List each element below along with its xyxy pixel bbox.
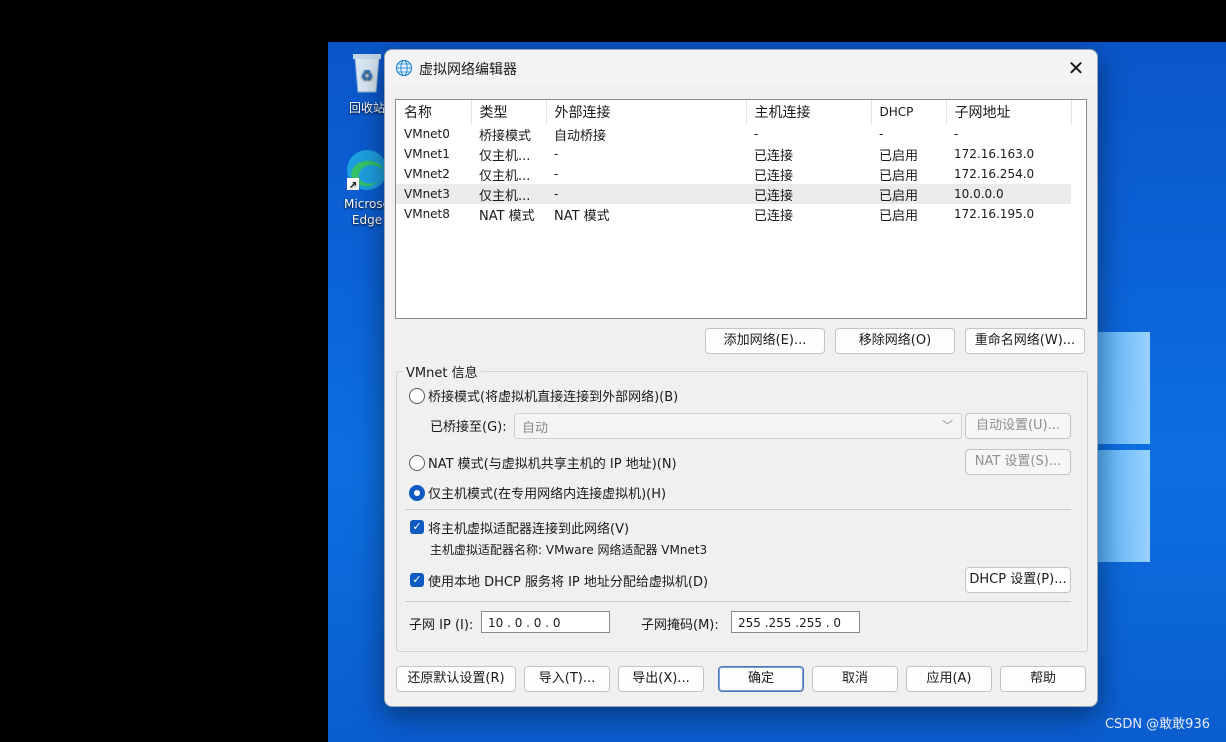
table-header-row: 名称 类型 外部连接 主机连接 DHCP 子网地址	[396, 100, 1072, 124]
cell: -	[546, 184, 746, 204]
bridged-to-select[interactable]: 自动 ﹀	[514, 413, 962, 439]
network-globe-icon	[395, 59, 413, 77]
subnet-mask-label: 子网掩码(M):	[641, 618, 719, 633]
cell: VMnet3	[396, 184, 471, 204]
nat-mode-label[interactable]: NAT 模式(与虚拟机共享主机的 IP 地址)(N)	[428, 453, 677, 472]
network-list[interactable]: 名称 类型 外部连接 主机连接 DHCP 子网地址 VMnet0 桥接模式 自动…	[395, 99, 1087, 319]
dhcp-label[interactable]: 使用本地 DHCP 服务将 IP 地址分配给虚拟机(D)	[428, 571, 708, 590]
cell: -	[754, 127, 759, 141]
cell: 已启用	[879, 168, 919, 184]
cell: -	[554, 167, 559, 181]
nat-mode-radio[interactable]	[409, 455, 425, 471]
cell: NAT 模式	[554, 208, 610, 224]
host-only-mode-label[interactable]: 仅主机模式(在专用网络内连接虚拟机)(H)	[428, 483, 666, 502]
column-header-host[interactable]: 主机连接	[746, 100, 872, 124]
column-header-external[interactable]: 外部连接	[546, 100, 747, 124]
export-button[interactable]: 导出(X)...	[618, 666, 704, 692]
cell: 10.0.0.0	[946, 184, 1071, 204]
cell: 已连接	[754, 208, 794, 224]
remove-network-button[interactable]: 移除网络(O)	[835, 328, 955, 354]
cell: 仅主机...	[479, 168, 531, 184]
help-button[interactable]: 帮助	[1000, 666, 1086, 692]
table-row[interactable]: VMnet1 仅主机... - 已连接 已启用 172.16.163.0	[396, 144, 1071, 164]
column-header-type[interactable]: 类型	[471, 100, 547, 124]
cell: 仅主机...	[479, 148, 531, 164]
cell: 已启用	[879, 148, 919, 164]
subnet-ip-label: 子网 IP (I):	[409, 618, 474, 633]
auto-settings-button[interactable]: 自动设置(U)...	[965, 413, 1071, 439]
bridged-to-value: 自动	[522, 421, 549, 436]
cell: 已连接	[746, 184, 871, 204]
table-row[interactable]: VMnet2 仅主机... - 已连接 已启用 172.16.254.0	[396, 164, 1071, 184]
cell: 172.16.163.0	[954, 147, 1035, 161]
cell: 自动桥接	[554, 128, 607, 144]
dhcp-settings-button[interactable]: DHCP 设置(P)...	[965, 567, 1071, 593]
apply-button[interactable]: 应用(A)	[906, 666, 992, 692]
subnet-mask-field[interactable]: 255 .255 .255 . 0	[731, 611, 860, 633]
bridged-mode-label[interactable]: 桥接模式(将虚拟机直接连接到外部网络)(B)	[428, 386, 678, 405]
edge-browser-icon: ↗	[347, 150, 387, 191]
cell: 已连接	[754, 148, 794, 164]
bridged-to-label: 已桥接至(G):	[430, 420, 507, 435]
network-table: 名称 类型 外部连接 主机连接 DHCP 子网地址 VMnet0 桥接模式 自动…	[396, 100, 1072, 224]
vmnet-info-group-label: VMnet 信息	[403, 362, 481, 381]
cell: -	[879, 127, 884, 141]
cell: 172.16.195.0	[954, 207, 1035, 221]
cell: 已连接	[754, 168, 794, 184]
cell: VMnet0	[404, 127, 450, 141]
recycle-bin-icon: ♻	[353, 54, 381, 93]
divider	[405, 601, 1071, 602]
svg-text:♻: ♻	[361, 68, 374, 84]
ok-button[interactable]: 确定	[718, 666, 804, 692]
nat-settings-button[interactable]: NAT 设置(S)...	[965, 449, 1071, 475]
table-row[interactable]: VMnet8 NAT 模式 NAT 模式 已连接 已启用 172.16.195.…	[396, 204, 1071, 224]
cell: 仅主机...	[471, 184, 546, 204]
column-header-name[interactable]: 名称	[396, 100, 472, 124]
restore-defaults-button[interactable]: 还原默认设置(R)	[396, 666, 516, 692]
import-button[interactable]: 导入(T)...	[524, 666, 610, 692]
column-header-subnet[interactable]: 子网地址	[946, 100, 1072, 124]
cell: NAT 模式	[479, 208, 535, 224]
add-network-button[interactable]: 添加网络(E)...	[705, 328, 825, 354]
cell: -	[554, 147, 559, 161]
host-only-mode-radio[interactable]	[409, 485, 425, 501]
column-header-dhcp[interactable]: DHCP	[871, 100, 947, 124]
cell: 已启用	[879, 208, 919, 224]
divider	[405, 509, 1071, 510]
table-row[interactable]: VMnet0 桥接模式 自动桥接 - - -	[396, 124, 1071, 144]
rename-network-button[interactable]: 重命名网络(W)...	[965, 328, 1085, 354]
subnet-ip-field[interactable]: 10 . 0 . 0 . 0	[481, 611, 610, 633]
connect-adapter-label[interactable]: 将主机虚拟适配器连接到此网络(V)	[428, 518, 629, 537]
cell: 已启用	[871, 184, 946, 204]
cell: VMnet1	[404, 147, 450, 161]
windows-logo-icon	[1098, 332, 1158, 562]
watermark: CSDN @敢敢936	[1104, 717, 1210, 732]
chevron-down-icon: ﹀	[942, 419, 953, 432]
connect-adapter-checkbox[interactable]: ✓	[410, 520, 424, 534]
cell: 桥接模式	[479, 128, 532, 144]
close-button[interactable]: ✕	[1061, 54, 1091, 82]
virtual-network-editor-dialog: 虚拟网络编辑器 ✕ 名称 类型 外部连接 主机连接 DHCP 子网地址 VMne…	[384, 49, 1098, 707]
adapter-name-text: 主机虚拟适配器名称: VMware 网络适配器 VMnet3	[430, 543, 708, 557]
bridged-mode-radio[interactable]	[409, 388, 425, 404]
dhcp-checkbox[interactable]: ✓	[410, 573, 424, 587]
cell: VMnet8	[404, 207, 450, 221]
cell: VMnet2	[404, 167, 450, 181]
title-bar[interactable]: 虚拟网络编辑器 ✕	[385, 50, 1097, 86]
cancel-button[interactable]: 取消	[812, 666, 898, 692]
cell: -	[954, 127, 959, 141]
cell: 172.16.254.0	[954, 167, 1035, 181]
svg-text:↗: ↗	[349, 180, 357, 191]
dialog-title: 虚拟网络编辑器	[419, 62, 517, 78]
table-row-selected[interactable]: VMnet3 仅主机... - 已连接 已启用 10.0.0.0	[396, 184, 1071, 204]
